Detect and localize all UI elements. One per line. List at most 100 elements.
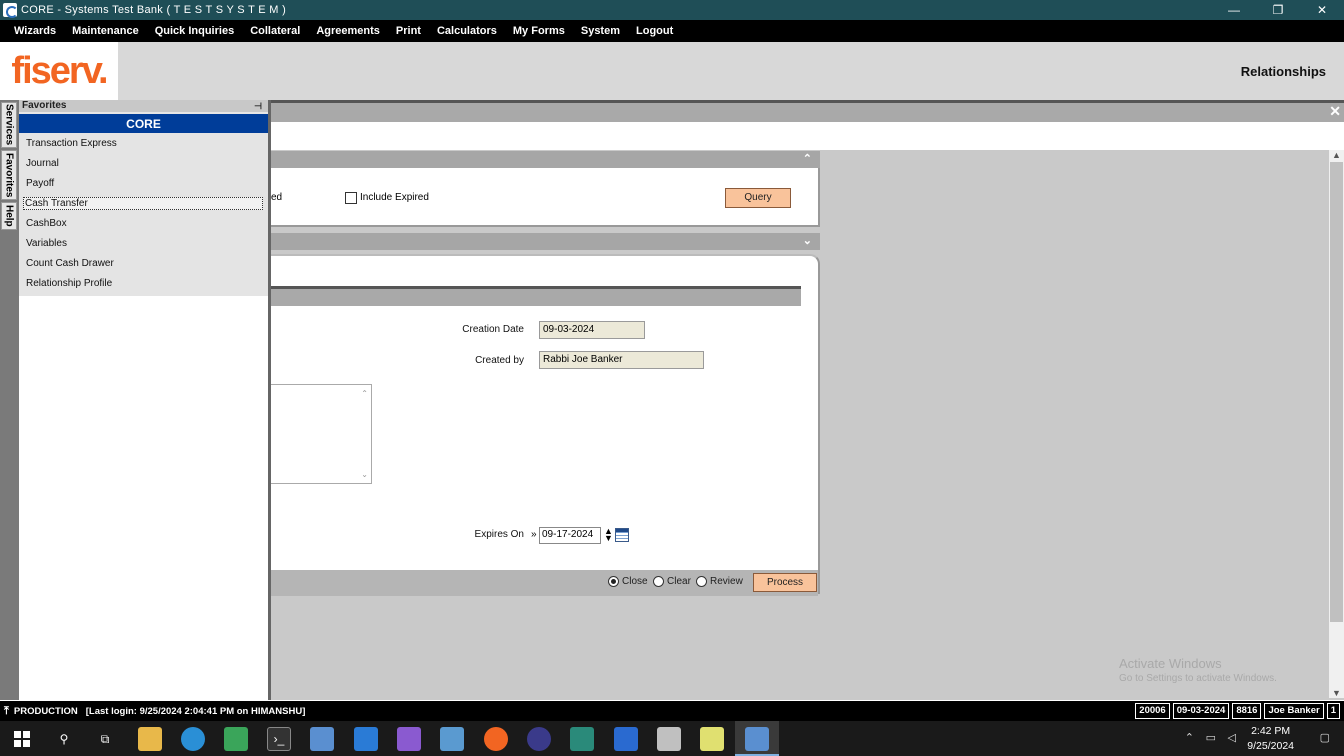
- network-icon[interactable]: ▭: [1206, 731, 1216, 744]
- visual-studio-icon[interactable]: [397, 727, 421, 751]
- postman-icon[interactable]: [484, 727, 508, 751]
- include-expired-label: Include Expired: [360, 192, 429, 203]
- tab-services[interactable]: Services: [1, 102, 17, 148]
- app-icon[interactable]: [657, 727, 681, 751]
- favorite-item[interactable]: Count Cash Drawer: [19, 254, 268, 274]
- core-app-active-icon[interactable]: [745, 727, 769, 751]
- task-view-icon[interactable]: ⧉: [93, 727, 117, 751]
- include-expired-checkbox[interactable]: [345, 192, 357, 204]
- favorite-item[interactable]: Payoff: [19, 174, 268, 194]
- favorite-item[interactable]: Relationship Profile: [19, 274, 268, 294]
- chevron-up-icon[interactable]: ⌃: [1185, 731, 1194, 744]
- status-count: 1: [1326, 703, 1340, 719]
- vertical-scrollbar[interactable]: ▲ ▼: [1329, 150, 1344, 698]
- app-icon[interactable]: [570, 727, 594, 751]
- query-section-header[interactable]: ⌃: [271, 151, 820, 168]
- calendar-icon[interactable]: [615, 528, 629, 542]
- app-header: fiserv. Relationships: [0, 42, 1344, 100]
- query-section: ed Include Expired Query: [271, 168, 820, 227]
- review-radio[interactable]: Review: [696, 576, 743, 587]
- tab-help-label: Help: [3, 205, 15, 227]
- close-icon[interactable]: ✕: [1329, 103, 1341, 120]
- workspace-topbar: ✕: [271, 103, 1344, 122]
- radio-selected-icon: [608, 576, 619, 587]
- expires-on-field[interactable]: 09-17-2024: [539, 527, 601, 544]
- maximize-button[interactable]: ❐: [1256, 0, 1300, 20]
- watermark-line2: Go to Settings to activate Windows.: [1119, 673, 1277, 684]
- favorites-panel: Favorites ⊣ CORE Transaction Express Jou…: [19, 100, 271, 700]
- clock[interactable]: 2:42 PM 9/25/2024: [1247, 724, 1294, 754]
- minimize-button[interactable]: —: [1212, 0, 1256, 20]
- tab-help[interactable]: Help: [1, 202, 17, 230]
- notepad-icon[interactable]: [700, 727, 724, 751]
- last-login-text: [Last login: 9/25/2024 2:04:41 PM on HIM…: [85, 705, 306, 717]
- menu-calculators[interactable]: Calculators: [429, 25, 505, 37]
- action-footer: Close Clear Review Process: [271, 570, 818, 596]
- media-app-icon[interactable]: [224, 727, 248, 751]
- expand-down-icon[interactable]: ⌄: [803, 234, 812, 247]
- windows-start-icon[interactable]: [10, 727, 34, 751]
- upload-arrow-icon: ⤒: [4, 704, 9, 717]
- close-radio[interactable]: Close: [608, 576, 648, 587]
- tab-services-label: Services: [3, 104, 15, 146]
- menu-print[interactable]: Print: [388, 25, 429, 37]
- menu-logout[interactable]: Logout: [628, 25, 681, 37]
- favorites-header-label: Favorites: [22, 100, 67, 111]
- menu-system[interactable]: System: [573, 25, 628, 37]
- scroll-down-icon[interactable]: ▼: [1329, 688, 1344, 698]
- app-icon[interactable]: [614, 727, 638, 751]
- favorite-item[interactable]: Journal: [19, 154, 268, 174]
- expires-on-label: Expires On: [474, 529, 524, 540]
- status-date: 09-03-2024: [1172, 703, 1230, 719]
- watermark-line1: Activate Windows: [1119, 656, 1222, 671]
- menu-wizards[interactable]: Wizards: [6, 25, 64, 37]
- side-tab-strip: Services Favorites Help: [0, 100, 19, 700]
- menu-maintenance[interactable]: Maintenance: [64, 25, 147, 37]
- terminal-icon[interactable]: ›_: [267, 727, 291, 751]
- page-title: Relationships: [1240, 64, 1326, 79]
- favorite-item-selected[interactable]: Cash Transfer: [19, 194, 268, 214]
- edge-browser-icon[interactable]: [181, 727, 205, 751]
- window-titlebar: CORE - Systems Test Bank ( T E S T S Y S…: [0, 0, 1344, 20]
- tab-favorites[interactable]: Favorites: [1, 150, 17, 200]
- favorite-item[interactable]: Variables: [19, 234, 268, 254]
- vscode-icon[interactable]: [354, 727, 378, 751]
- close-window-button[interactable]: ✕: [1300, 0, 1344, 20]
- process-button[interactable]: Process: [753, 573, 817, 592]
- creation-date-label: Creation Date: [462, 324, 524, 335]
- menu-agreements[interactable]: Agreements: [308, 25, 388, 37]
- favorites-group-core[interactable]: CORE: [19, 112, 268, 133]
- file-explorer-icon[interactable]: [138, 727, 162, 751]
- radio-icon: [653, 576, 664, 587]
- status-left: ⤒ PRODUCTION [Last login: 9/25/2024 2:04…: [4, 705, 305, 718]
- created-by-field: Rabbi Joe Banker: [539, 351, 704, 369]
- spinner-icon[interactable]: ▲ ▼: [604, 527, 613, 543]
- menu-my-forms[interactable]: My Forms: [505, 25, 573, 37]
- menu-quick-inquiries[interactable]: Quick Inquiries: [147, 25, 242, 37]
- scroll-thumb[interactable]: [1330, 162, 1343, 622]
- favorite-item[interactable]: Transaction Express: [19, 134, 268, 154]
- collapse-up-icon[interactable]: ⌃: [803, 152, 812, 165]
- environment-label: PRODUCTION: [13, 705, 78, 717]
- scroll-up-icon[interactable]: ⌃: [361, 389, 368, 398]
- favorite-item[interactable]: CashBox: [19, 214, 268, 234]
- status-cells: 20006 09-03-2024 8816 Joe Banker 1: [1135, 703, 1340, 719]
- favorite-item-label: Cash Transfer: [23, 197, 263, 210]
- results-section-header[interactable]: ⌄: [271, 233, 820, 250]
- fiserv-logo: fiserv.: [0, 42, 118, 100]
- eclipse-icon[interactable]: [527, 727, 551, 751]
- pin-icon[interactable]: ⊣: [254, 100, 262, 112]
- core-app-icon[interactable]: [310, 727, 334, 751]
- created-by-label: Created by: [475, 355, 524, 366]
- clear-radio[interactable]: Clear: [653, 576, 691, 587]
- document-app-icon[interactable]: [440, 727, 464, 751]
- favorites-list: Transaction Express Journal Payoff Cash …: [19, 133, 268, 296]
- volume-icon[interactable]: ◁: [1228, 731, 1236, 744]
- query-button[interactable]: Query: [725, 188, 791, 208]
- notification-icon[interactable]: ▢: [1320, 731, 1330, 744]
- notes-textarea[interactable]: ⌃ ⌄: [271, 384, 372, 484]
- search-icon[interactable]: ⚲: [52, 727, 76, 751]
- scroll-down-icon[interactable]: ⌄: [361, 470, 368, 479]
- menu-collateral[interactable]: Collateral: [242, 25, 308, 37]
- scroll-up-icon[interactable]: ▲: [1329, 150, 1344, 160]
